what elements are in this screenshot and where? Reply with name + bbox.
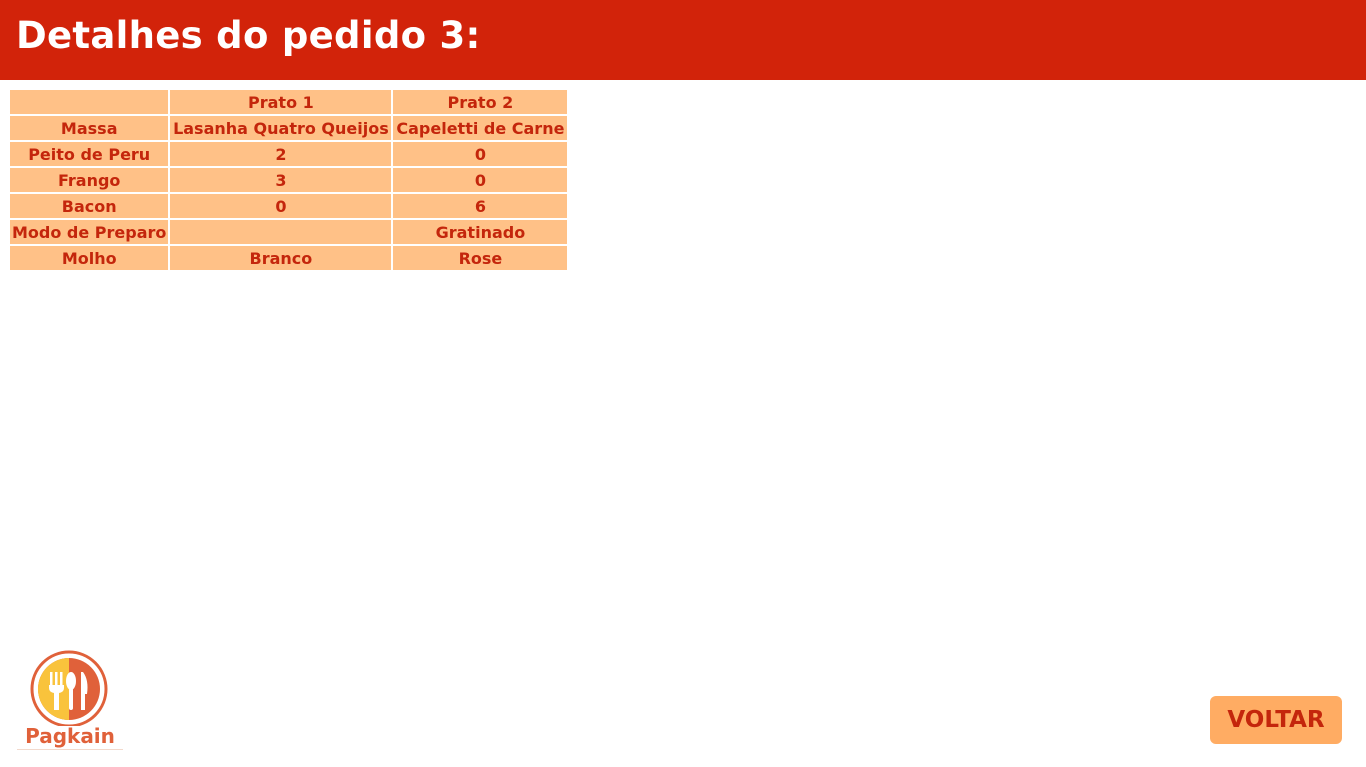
- page-title: Detalhes do pedido 3:: [16, 14, 481, 57]
- row-value-prato-1: Branco: [170, 246, 392, 270]
- row-label: Bacon: [10, 194, 169, 218]
- row-label: Molho: [10, 246, 169, 270]
- row-value-prato-1: Lasanha Quatro Queijos: [170, 116, 392, 140]
- table-row: Modo de Preparo Gratinado: [10, 220, 568, 244]
- row-value-prato-2: 6: [393, 194, 568, 218]
- pagkain-logo: Pagkain: [17, 650, 123, 752]
- back-button[interactable]: VOLTAR: [1210, 696, 1342, 744]
- table-row: Massa Lasanha Quatro Queijos Capeletti d…: [10, 116, 568, 140]
- row-value-prato-2: Gratinado: [393, 220, 568, 244]
- row-label: Peito de Peru: [10, 142, 169, 166]
- row-label: Frango: [10, 168, 169, 192]
- row-label: Modo de Preparo: [10, 220, 169, 244]
- row-value-prato-1: [170, 220, 392, 244]
- row-value-prato-2: Rose: [393, 246, 568, 270]
- fork-spoon-knife-icon: [30, 650, 108, 726]
- table-header-prato-2: Prato 2: [393, 90, 568, 114]
- row-value-prato-1: 2: [170, 142, 392, 166]
- row-value-prato-1: 3: [170, 168, 392, 192]
- table-header-prato-1: Prato 1: [170, 90, 392, 114]
- order-details-table: Prato 1 Prato 2 Massa Lasanha Quatro Que…: [8, 88, 569, 272]
- page-header: Detalhes do pedido 3:: [0, 0, 1366, 80]
- row-value-prato-2: 0: [393, 168, 568, 192]
- logo-text: Pagkain: [25, 724, 115, 748]
- table-header-empty: [10, 90, 169, 114]
- table-row: Frango 3 0: [10, 168, 568, 192]
- row-value-prato-2: Capeletti de Carne: [393, 116, 568, 140]
- table-row: Molho Branco Rose: [10, 246, 568, 270]
- row-value-prato-1: 0: [170, 194, 392, 218]
- table-header-row: Prato 1 Prato 2: [10, 90, 568, 114]
- table-row: Bacon 0 6: [10, 194, 568, 218]
- logo-divider: [17, 749, 123, 750]
- table-row: Peito de Peru 2 0: [10, 142, 568, 166]
- row-value-prato-2: 0: [393, 142, 568, 166]
- row-label: Massa: [10, 116, 169, 140]
